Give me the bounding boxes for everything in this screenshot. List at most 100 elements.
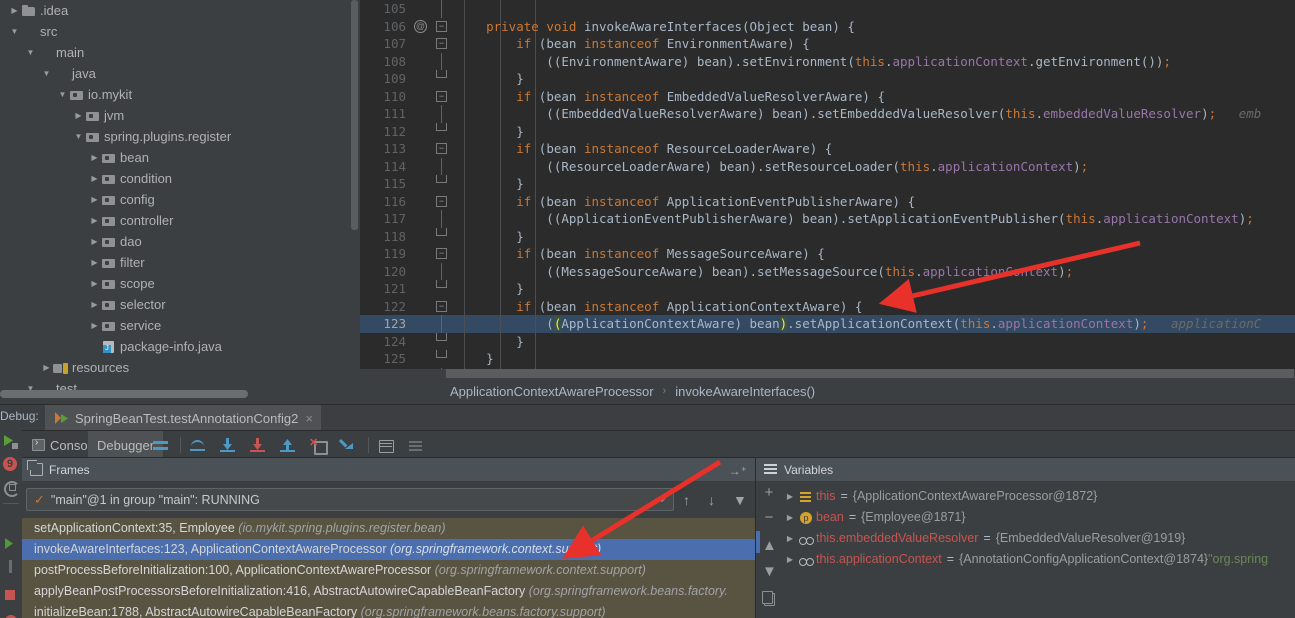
chevron-right-icon[interactable]: ▶ [88,280,101,288]
tree-item-spring-plugins-register[interactable]: ▼spring.plugins.register [0,126,360,147]
chevron-down-icon[interactable]: ▼ [40,70,53,78]
frame-row[interactable]: applyBeanPostProcessorsBeforeInitializat… [22,581,755,602]
fold-collapse-icon[interactable]: − [436,143,447,154]
editor-hscroll-thumb[interactable] [446,369,1294,378]
frame-row[interactable]: initializeBean:1788, AbstractAutowireCap… [22,602,755,618]
breadcrumb[interactable]: ApplicationContextAwareProcessor › invok… [360,378,1295,404]
thread-selector[interactable]: ✓ "main"@1 in group "main": RUNNING [26,488,674,511]
tree-item-main[interactable]: ▼main [0,42,360,63]
breadcrumb-class[interactable]: ApplicationContextAwareProcessor [450,384,654,399]
code-line[interactable]: 120 ((MessageSourceAware) bean).setMessa… [360,263,1295,281]
show-execution-point-icon[interactable] [153,438,168,453]
chevron-down-icon[interactable]: ▼ [8,28,21,36]
chevron-right-icon[interactable]: ▶ [88,238,101,246]
breakpoint-marker-icon[interactable] [5,590,15,600]
fold-end-icon[interactable] [436,350,447,358]
variables-list[interactable]: ▶this={ApplicationContextAwareProcessor@… [782,481,1295,618]
project-tree-hscroll-thumb[interactable] [0,390,248,398]
tree-item-src[interactable]: ▼src [0,21,360,42]
move-watch-up-icon[interactable]: ▲ [762,539,776,553]
chevron-right-icon[interactable]: ▶ [88,196,101,204]
add-watch-icon[interactable]: + [762,486,776,500]
chevron-right-icon[interactable]: ▶ [40,364,53,372]
chevron-right-icon[interactable]: ▶ [88,259,101,267]
code-line[interactable]: 112 } [360,123,1295,141]
tree-item-bean[interactable]: ▶bean [0,147,360,168]
fold-end-icon[interactable] [436,175,447,183]
move-frame-up-icon[interactable]: ↑ [683,492,690,508]
code-line[interactable]: 114 ((ResourceLoaderAware) bean).setReso… [360,158,1295,176]
tree-item-condition[interactable]: ▶condition [0,168,360,189]
tree-item-selector[interactable]: ▶selector [0,294,360,315]
code-line[interactable]: 106@− private void invokeAwareInterfaces… [360,18,1295,36]
tree-item-scope[interactable]: ▶scope [0,273,360,294]
fold-collapse-icon[interactable]: − [436,21,447,32]
step-out-icon[interactable] [280,438,295,453]
tree-item-config[interactable]: ▶config [0,189,360,210]
resume-program-icon[interactable] [3,434,19,450]
chevron-right-icon[interactable]: ▶ [782,507,798,528]
restore-layout-icon[interactable]: →⁺ [729,464,747,478]
variable-row[interactable]: ▶bean={Employee@1871} [782,507,1295,528]
code-line[interactable]: 108 ((EnvironmentAware) bean).setEnviron… [360,53,1295,71]
annotation-gutter-icon[interactable]: @ [414,20,427,33]
code-line[interactable]: 113− if (bean instanceof ResourceLoaderA… [360,140,1295,158]
filter-frames-icon[interactable]: ▼ [733,492,747,508]
step-over-icon[interactable] [190,438,205,453]
tree-item-filter[interactable]: ▶filter [0,252,360,273]
variable-row[interactable]: ▶this.applicationContext={AnnotationConf… [782,549,1295,570]
chevron-right-icon[interactable]: ▶ [88,175,101,183]
tree-item--idea[interactable]: ▶.idea [0,0,360,21]
force-step-into-icon[interactable] [250,438,265,453]
fold-collapse-icon[interactable]: − [436,196,447,207]
fold-end-icon[interactable] [436,280,447,288]
chevron-right-icon[interactable]: ▶ [8,7,21,15]
code-line[interactable]: 109 } [360,70,1295,88]
evaluate-expression-icon[interactable] [378,438,393,453]
breadcrumb-method[interactable]: invokeAwareInterfaces() [675,384,815,399]
debugger-settings-icon[interactable] [408,438,423,453]
frame-row[interactable]: setApplicationContext:35, Employee (io.m… [22,518,755,539]
mute-breakpoints-icon[interactable]: 9 [3,457,19,473]
fold-collapse-icon[interactable]: − [436,301,447,312]
chevron-down-icon[interactable]: ▼ [72,133,85,141]
code-line[interactable]: 107− if (bean instanceof EnvironmentAwar… [360,35,1295,53]
chevron-right-icon[interactable]: ▶ [782,549,798,570]
fold-end-icon[interactable] [436,70,447,78]
move-watch-down-icon[interactable]: ▼ [762,565,776,579]
project-tree-vertical-scrollbar[interactable] [351,0,358,230]
fold-end-icon[interactable] [436,123,447,131]
code-line[interactable]: 125 } [360,350,1295,368]
chevron-right-icon[interactable]: ▶ [88,217,101,225]
move-frame-down-icon[interactable]: ↓ [708,492,715,508]
chevron-right-icon[interactable]: ▶ [782,486,798,507]
copy-value-icon[interactable] [762,591,776,605]
chevron-right-icon[interactable]: ▶ [88,322,101,330]
tree-item-controller[interactable]: ▶controller [0,210,360,231]
code-line[interactable]: 124 } [360,333,1295,351]
drop-frame-icon[interactable] [310,438,325,453]
tree-item-service[interactable]: ▶service [0,315,360,336]
chevron-right-icon[interactable]: ▶ [88,301,101,309]
chevron-down-icon[interactable]: ▼ [24,49,37,57]
run-to-cursor-icon[interactable] [340,438,355,453]
chevron-right-icon[interactable]: ▶ [782,528,798,549]
restart-debugger-icon[interactable] [3,480,19,496]
remove-watch-icon[interactable]: − [762,511,776,525]
chevron-down-icon[interactable] [658,498,666,502]
variable-row[interactable]: ▶this.embeddedValueResolver={EmbeddedVal… [782,528,1295,549]
chevron-right-icon[interactable]: ▶ [72,112,85,120]
variable-row[interactable]: ▶this={ApplicationContextAwareProcessor@… [782,486,1295,507]
tab-debugger[interactable]: Debugger [88,431,163,459]
code-line[interactable]: 110− if (bean instanceof EmbeddedValueRe… [360,88,1295,106]
debug-session-tab[interactable]: SpringBeanTest.testAnnotationConfig2 × [45,405,321,431]
tree-item-java[interactable]: ▼java [0,63,360,84]
code-line[interactable]: 115 } [360,175,1295,193]
step-into-icon[interactable] [220,438,235,453]
project-tree-panel[interactable]: ▶.idea▼src▼main▼java▼io.mykit▶jvm▼spring… [0,0,360,404]
code-line[interactable]: 117 ((ApplicationEventPublisherAware) be… [360,210,1295,228]
frames-list[interactable]: setApplicationContext:35, Employee (io.m… [22,518,755,618]
code-editor[interactable]: 105106@− private void invokeAwareInterfa… [360,0,1295,378]
chevron-right-icon[interactable]: ▶ [88,154,101,162]
code-line-highlighted[interactable]: 123 ((ApplicationContextAware) bean).set… [360,315,1295,333]
